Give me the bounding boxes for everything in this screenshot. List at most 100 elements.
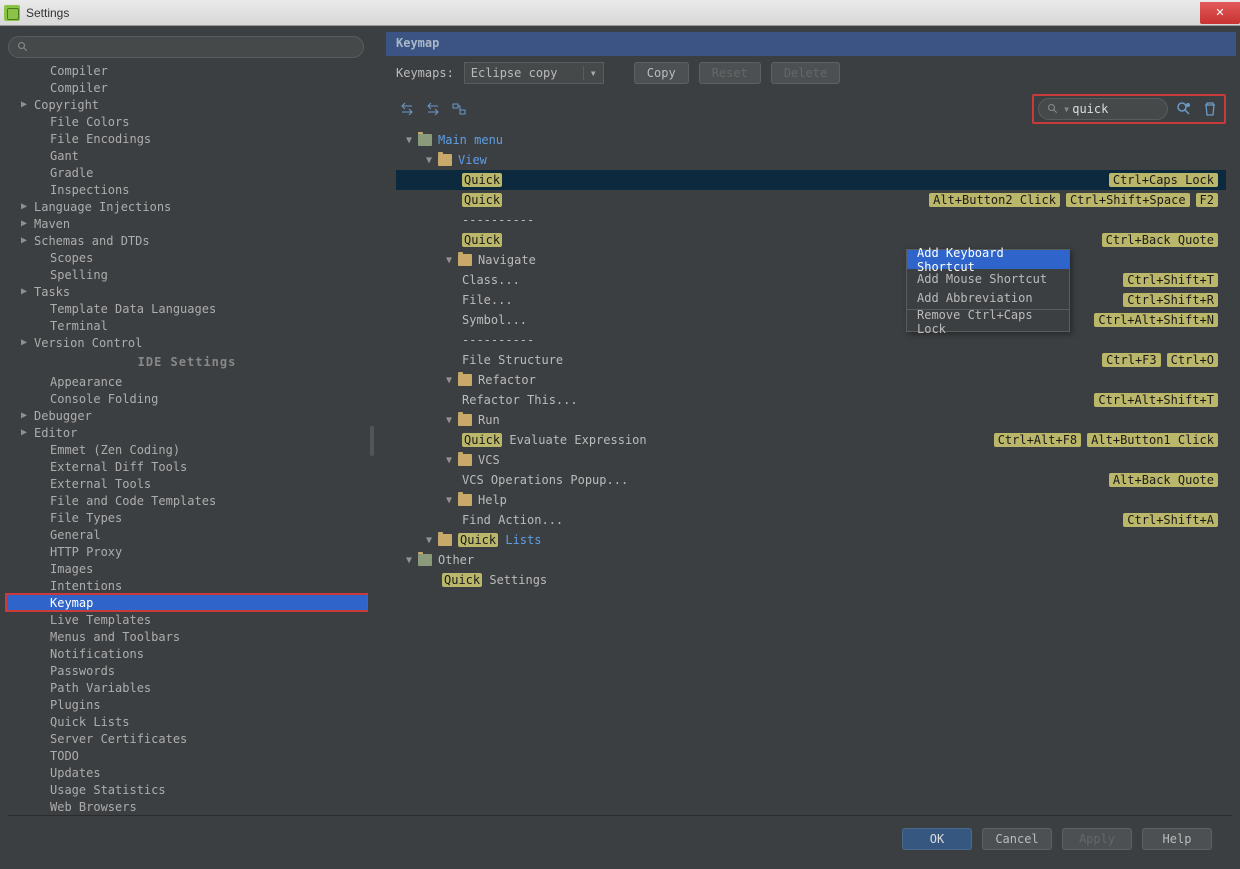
window-titlebar: Settings ✕ (0, 0, 1240, 26)
sidebar-item[interactable]: Gradle (6, 164, 368, 181)
ok-button[interactable]: OK (902, 828, 972, 850)
keymaps-value: Eclipse copy (465, 66, 583, 80)
keymap-search-input[interactable]: ▾ quick (1038, 98, 1168, 120)
keymap-tree-row[interactable]: Symbol...Ctrl+Alt+Shift+N (396, 310, 1226, 330)
sidebar-item[interactable]: External Tools (6, 475, 368, 492)
sidebar-item[interactable]: Menus and Toolbars (6, 628, 368, 645)
ide-settings-header: IDE Settings (6, 351, 368, 373)
sidebar-item[interactable]: Compiler (6, 62, 368, 79)
sidebar-item[interactable]: Template Data Languages (6, 300, 368, 317)
find-by-shortcut-icon[interactable] (1174, 99, 1194, 119)
sidebar-item[interactable]: External Diff Tools (6, 458, 368, 475)
sidebar-item[interactable]: Images (6, 560, 368, 577)
sidebar-item[interactable]: Quick Lists (6, 713, 368, 730)
sidebar-item[interactable]: ▶Version Control (6, 334, 368, 351)
keymap-tree-row[interactable]: Find Action...Ctrl+Shift+A (396, 510, 1226, 530)
sidebar-item[interactable]: Notifications (6, 645, 368, 662)
ctx-add-abbreviation[interactable]: Add Abbreviation (907, 288, 1069, 307)
apply-button[interactable]: Apply (1062, 828, 1132, 850)
sidebar-item[interactable]: Emmet (Zen Coding) (6, 441, 368, 458)
keymaps-select[interactable]: Eclipse copy ▾ (464, 62, 604, 84)
ctx-remove-shortcut[interactable]: Remove Ctrl+Caps Lock (907, 312, 1069, 331)
settings-sidebar: CompilerCompiler▶CopyrightFile ColorsFil… (4, 32, 368, 819)
edit-shortcut-icon[interactable] (448, 98, 470, 120)
sidebar-item[interactable]: General (6, 526, 368, 543)
sidebar-item[interactable]: ▶Maven (6, 215, 368, 232)
keymap-tree-row[interactable]: File...Ctrl+Shift+R (396, 290, 1226, 310)
keymap-tree-row[interactable]: QuickAlt+Button2 ClickCtrl+Shift+SpaceF2 (396, 190, 1226, 210)
sidebar-item[interactable]: Gant (6, 147, 368, 164)
keymap-tree-row[interactable]: ▼Quick Lists (396, 530, 1226, 550)
keymap-tree-row[interactable]: ▼Other (396, 550, 1226, 570)
search-icon (17, 41, 29, 53)
copy-button[interactable]: Copy (634, 62, 689, 84)
sidebar-item[interactable]: Usage Statistics (6, 781, 368, 798)
sidebar-item[interactable]: Passwords (6, 662, 368, 679)
sidebar-item[interactable]: File Colors (6, 113, 368, 130)
sidebar-item[interactable]: TODO (6, 747, 368, 764)
ctx-add-keyboard-shortcut[interactable]: Add Keyboard Shortcut (907, 250, 1069, 269)
sidebar-item[interactable]: File Types (6, 509, 368, 526)
sidebar-item[interactable]: HTTP Proxy (6, 543, 368, 560)
keymap-tree-row[interactable]: ▼VCS (396, 450, 1226, 470)
help-button[interactable]: Help (1142, 828, 1212, 850)
cancel-button[interactable]: Cancel (982, 828, 1052, 850)
context-menu: Add Keyboard Shortcut Add Mouse Shortcut… (906, 249, 1070, 332)
sidebar-item[interactable]: File Encodings (6, 130, 368, 147)
sidebar-item[interactable]: Inspections (6, 181, 368, 198)
sidebar-item[interactable]: Compiler (6, 79, 368, 96)
keymap-tree-row[interactable]: ▼Refactor (396, 370, 1226, 390)
app-icon (4, 5, 20, 21)
sidebar-item[interactable]: File and Code Templates (6, 492, 368, 509)
keymap-tree-row[interactable]: Quick Evaluate ExpressionCtrl+Alt+F8Alt+… (396, 430, 1226, 450)
expand-all-icon[interactable] (396, 98, 418, 120)
sidebar-item[interactable]: Live Templates (6, 611, 368, 628)
keymap-tree-row[interactable]: VCS Operations Popup...Alt+Back Quote (396, 470, 1226, 490)
trash-icon[interactable] (1200, 99, 1220, 119)
chevron-down-icon: ▾ (583, 66, 603, 80)
sidebar-item[interactable]: Path Variables (6, 679, 368, 696)
sidebar-item[interactable]: Intentions (6, 577, 368, 594)
sidebar-item[interactable]: Updates (6, 764, 368, 781)
keymap-tree-row[interactable]: ---------- (396, 210, 1226, 230)
sidebar-item-keymap[interactable]: Keymap (6, 594, 368, 611)
keymap-tree-row[interactable]: Refactor This...Ctrl+Alt+Shift+T (396, 390, 1226, 410)
window-title: Settings (26, 6, 69, 20)
keymap-tree-row[interactable]: ▼Main menu (396, 130, 1226, 150)
sidebar-item[interactable]: ▶Language Injections (6, 198, 368, 215)
sidebar-item[interactable]: Server Certificates (6, 730, 368, 747)
keymap-tree-row[interactable]: ▼Navigate (396, 250, 1226, 270)
ctx-add-mouse-shortcut[interactable]: Add Mouse Shortcut (907, 269, 1069, 288)
keymap-tree-row[interactable]: QuickCtrl+Back Quote (396, 230, 1226, 250)
sidebar-item[interactable]: Scopes (6, 249, 368, 266)
settings-tree[interactable]: CompilerCompiler▶CopyrightFile ColorsFil… (4, 62, 368, 819)
reset-button[interactable]: Reset (699, 62, 761, 84)
keymap-tree-row[interactable]: ▼View (396, 150, 1226, 170)
keymap-tree-row[interactable]: ▼Help (396, 490, 1226, 510)
settings-search-input[interactable] (8, 36, 364, 58)
keymap-tree-row[interactable]: ---------- (396, 330, 1226, 350)
sidebar-item[interactable]: ▶Editor (6, 424, 368, 441)
delete-button[interactable]: Delete (771, 62, 840, 84)
dialog-footer: OK Cancel Apply Help (8, 815, 1232, 861)
keymap-tree-row[interactable]: Class...Ctrl+Shift+T (396, 270, 1226, 290)
keymap-tree[interactable]: ▼Main menu▼ViewQuickCtrl+Caps LockQuickA… (396, 130, 1226, 590)
sidebar-item[interactable]: ▶Tasks (6, 283, 368, 300)
keymap-tree-row[interactable]: QuickCtrl+Caps Lock (396, 170, 1226, 190)
window-close-button[interactable]: ✕ (1200, 2, 1240, 24)
pane-divider[interactable] (368, 32, 376, 819)
collapse-all-icon[interactable] (422, 98, 444, 120)
keymap-tree-row[interactable]: File StructureCtrl+F3Ctrl+O (396, 350, 1226, 370)
sidebar-item[interactable]: Web Browsers (6, 798, 368, 815)
grip-icon (370, 426, 374, 456)
sidebar-item[interactable]: ▶Schemas and DTDs (6, 232, 368, 249)
sidebar-item[interactable]: ▶Copyright (6, 96, 368, 113)
sidebar-item[interactable]: Plugins (6, 696, 368, 713)
keymap-tree-row[interactable]: Quick Settings (396, 570, 1226, 590)
keymap-tree-row[interactable]: ▼Run (396, 410, 1226, 430)
sidebar-item[interactable]: Spelling (6, 266, 368, 283)
sidebar-item[interactable]: Console Folding (6, 390, 368, 407)
sidebar-item[interactable]: Appearance (6, 373, 368, 390)
sidebar-item[interactable]: Terminal (6, 317, 368, 334)
sidebar-item[interactable]: ▶Debugger (6, 407, 368, 424)
